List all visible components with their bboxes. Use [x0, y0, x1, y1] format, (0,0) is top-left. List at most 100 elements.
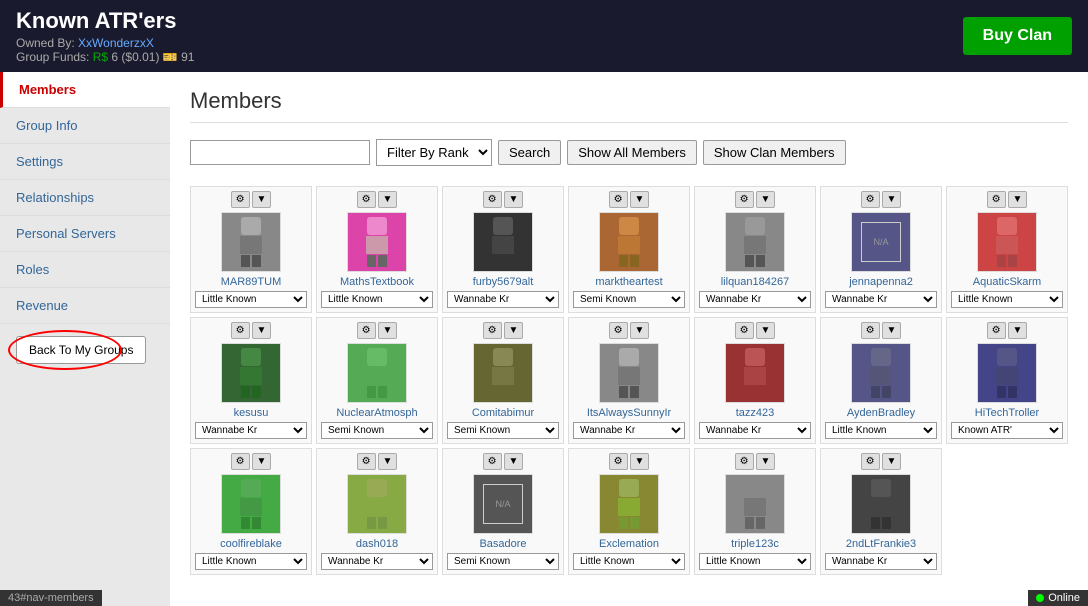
gear-button[interactable]: ⚙: [483, 453, 502, 470]
avatar-figure: [362, 348, 392, 398]
arrow-down-button[interactable]: ▼: [630, 453, 650, 470]
arrow-down-button[interactable]: ▼: [756, 322, 776, 339]
member-name[interactable]: MAR89TUM: [221, 276, 282, 288]
member-name[interactable]: jennapenna2: [849, 276, 913, 288]
arrow-down-button[interactable]: ▼: [756, 191, 776, 208]
gear-button[interactable]: ⚙: [609, 191, 628, 208]
gear-button[interactable]: ⚙: [357, 453, 376, 470]
arrow-down-button[interactable]: ▼: [630, 322, 650, 339]
arrow-down-button[interactable]: ▼: [882, 191, 902, 208]
gear-button[interactable]: ⚙: [735, 322, 754, 339]
tix-value: 91: [181, 50, 194, 64]
gear-button[interactable]: ⚙: [987, 191, 1006, 208]
arrow-down-button[interactable]: ▼: [252, 322, 272, 339]
sidebar-item-settings[interactable]: Settings: [0, 144, 170, 180]
rank-select[interactable]: Little KnownWannabe KrSemi KnownKnown AT…: [951, 422, 1063, 439]
gear-button[interactable]: ⚙: [231, 322, 250, 339]
arrow-down-button[interactable]: ▼: [1008, 191, 1028, 208]
rank-select[interactable]: Little KnownWannabe KrSemi KnownKnown AT…: [573, 291, 685, 308]
arrow-down-button[interactable]: ▼: [1008, 322, 1028, 339]
gear-button[interactable]: ⚙: [357, 322, 376, 339]
sidebar-item-roles[interactable]: Roles: [0, 252, 170, 288]
sidebar-item-relationships[interactable]: Relationships: [0, 180, 170, 216]
member-name[interactable]: furby5679alt: [473, 276, 534, 288]
rank-select[interactable]: Little KnownWannabe KrSemi KnownKnown AT…: [699, 422, 811, 439]
gear-button[interactable]: ⚙: [861, 191, 880, 208]
rank-select[interactable]: Little KnownWannabe KrSemi KnownKnown AT…: [195, 291, 307, 308]
gear-button[interactable]: ⚙: [987, 322, 1006, 339]
search-button[interactable]: Search: [498, 140, 561, 165]
rank-select[interactable]: Little KnownWannabe KrSemi KnownKnown AT…: [699, 291, 811, 308]
member-name[interactable]: HiTechTroller: [975, 407, 1039, 419]
gear-button[interactable]: ⚙: [231, 453, 250, 470]
gear-button[interactable]: ⚙: [609, 453, 628, 470]
member-name[interactable]: marktheartest: [595, 276, 662, 288]
rank-select[interactable]: Little KnownWannabe KrSemi KnownKnown AT…: [195, 422, 307, 439]
gear-button[interactable]: ⚙: [357, 191, 376, 208]
member-name[interactable]: lilquan184267: [721, 276, 790, 288]
arrow-down-button[interactable]: ▼: [504, 453, 524, 470]
arrow-down-button[interactable]: ▼: [504, 191, 524, 208]
member-name[interactable]: NuclearAtmosph: [336, 407, 417, 419]
gear-button[interactable]: ⚙: [735, 191, 754, 208]
show-clan-members-button[interactable]: Show Clan Members: [703, 140, 846, 165]
member-name[interactable]: Comitabimur: [472, 407, 534, 419]
arrow-down-button[interactable]: ▼: [378, 322, 398, 339]
rank-select[interactable]: Little KnownWannabe KrSemi KnownKnown AT…: [321, 422, 433, 439]
member-name[interactable]: Basadore: [479, 538, 526, 550]
rank-select[interactable]: Little KnownWannabe KrSemi KnownKnown AT…: [447, 422, 559, 439]
gear-button[interactable]: ⚙: [609, 322, 628, 339]
online-dot: [1036, 594, 1044, 602]
arrow-down-button[interactable]: ▼: [252, 453, 272, 470]
member-name[interactable]: triple123c: [731, 538, 779, 550]
rank-select[interactable]: Little KnownWannabe KrSemi KnownKnown AT…: [825, 422, 937, 439]
arrow-down-button[interactable]: ▼: [378, 453, 398, 470]
member-name[interactable]: MathsTextbook: [340, 276, 414, 288]
rank-select[interactable]: Little KnownWannabe KrSemi KnownKnown AT…: [321, 553, 433, 570]
rank-select[interactable]: Little KnownWannabe KrSemi KnownKnown AT…: [447, 553, 559, 570]
member-name[interactable]: dash018: [356, 538, 398, 550]
member-name[interactable]: kesusu: [234, 407, 269, 419]
avatar: [347, 212, 407, 272]
arrow-down-button[interactable]: ▼: [756, 453, 776, 470]
member-name[interactable]: tazz423: [736, 407, 775, 419]
member-name[interactable]: AquaticSkarm: [973, 276, 1041, 288]
rank-select[interactable]: Little KnownWannabe KrSemi KnownKnown AT…: [573, 553, 685, 570]
arrow-down-button[interactable]: ▼: [504, 322, 524, 339]
rank-select[interactable]: Little KnownWannabe KrSemi KnownKnown AT…: [699, 553, 811, 570]
rank-select[interactable]: Little KnownWannabe KrSemi KnownKnown AT…: [195, 553, 307, 570]
gear-button[interactable]: ⚙: [231, 191, 250, 208]
search-input[interactable]: [190, 140, 370, 165]
arrow-down-button[interactable]: ▼: [882, 322, 902, 339]
rank-select[interactable]: Little KnownWannabe KrSemi KnownKnown AT…: [447, 291, 559, 308]
sidebar-item-revenue[interactable]: Revenue: [0, 288, 170, 324]
member-name[interactable]: Exclemation: [599, 538, 659, 550]
rank-select[interactable]: Little KnownWannabe KrSemi KnownKnown AT…: [825, 553, 937, 570]
gear-button[interactable]: ⚙: [861, 453, 880, 470]
rank-filter-select[interactable]: Filter By Rank Little Known Wannabe Kr S…: [376, 139, 492, 166]
rank-select[interactable]: Little KnownWannabe KrSemi KnownKnown AT…: [951, 291, 1063, 308]
member-name[interactable]: coolfireblake: [220, 538, 282, 550]
rank-select[interactable]: Little KnownWannabe KrSemi KnownKnown AT…: [825, 291, 937, 308]
rank-select[interactable]: Little KnownWannabe KrSemi KnownKnown AT…: [573, 422, 685, 439]
rank-select[interactable]: Little KnownWannabe KrSemi KnownKnown AT…: [321, 291, 433, 308]
gear-button[interactable]: ⚙: [483, 191, 502, 208]
member-name[interactable]: AydenBradley: [847, 407, 915, 419]
show-all-members-button[interactable]: Show All Members: [567, 140, 697, 165]
back-to-groups-button[interactable]: Back To My Groups: [16, 336, 146, 364]
sidebar-item-personal-servers[interactable]: Personal Servers: [0, 216, 170, 252]
arrow-down-button[interactable]: ▼: [378, 191, 398, 208]
gear-button[interactable]: ⚙: [735, 453, 754, 470]
sidebar-item-group-info[interactable]: Group Info: [0, 108, 170, 144]
gear-button[interactable]: ⚙: [483, 322, 502, 339]
buy-clan-button[interactable]: Buy Clan: [963, 17, 1072, 55]
arrow-down-button[interactable]: ▼: [252, 191, 272, 208]
arrow-down-button[interactable]: ▼: [630, 191, 650, 208]
member-name[interactable]: 2ndLtFrankie3: [846, 538, 916, 550]
sidebar-item-members[interactable]: Members: [0, 72, 170, 108]
robux-icon: R$: [93, 50, 108, 64]
owner-link[interactable]: XxWonderzxX: [78, 36, 154, 50]
member-name[interactable]: ItsAlwaysSunnyIr: [587, 407, 671, 419]
gear-button[interactable]: ⚙: [861, 322, 880, 339]
arrow-down-button[interactable]: ▼: [882, 453, 902, 470]
